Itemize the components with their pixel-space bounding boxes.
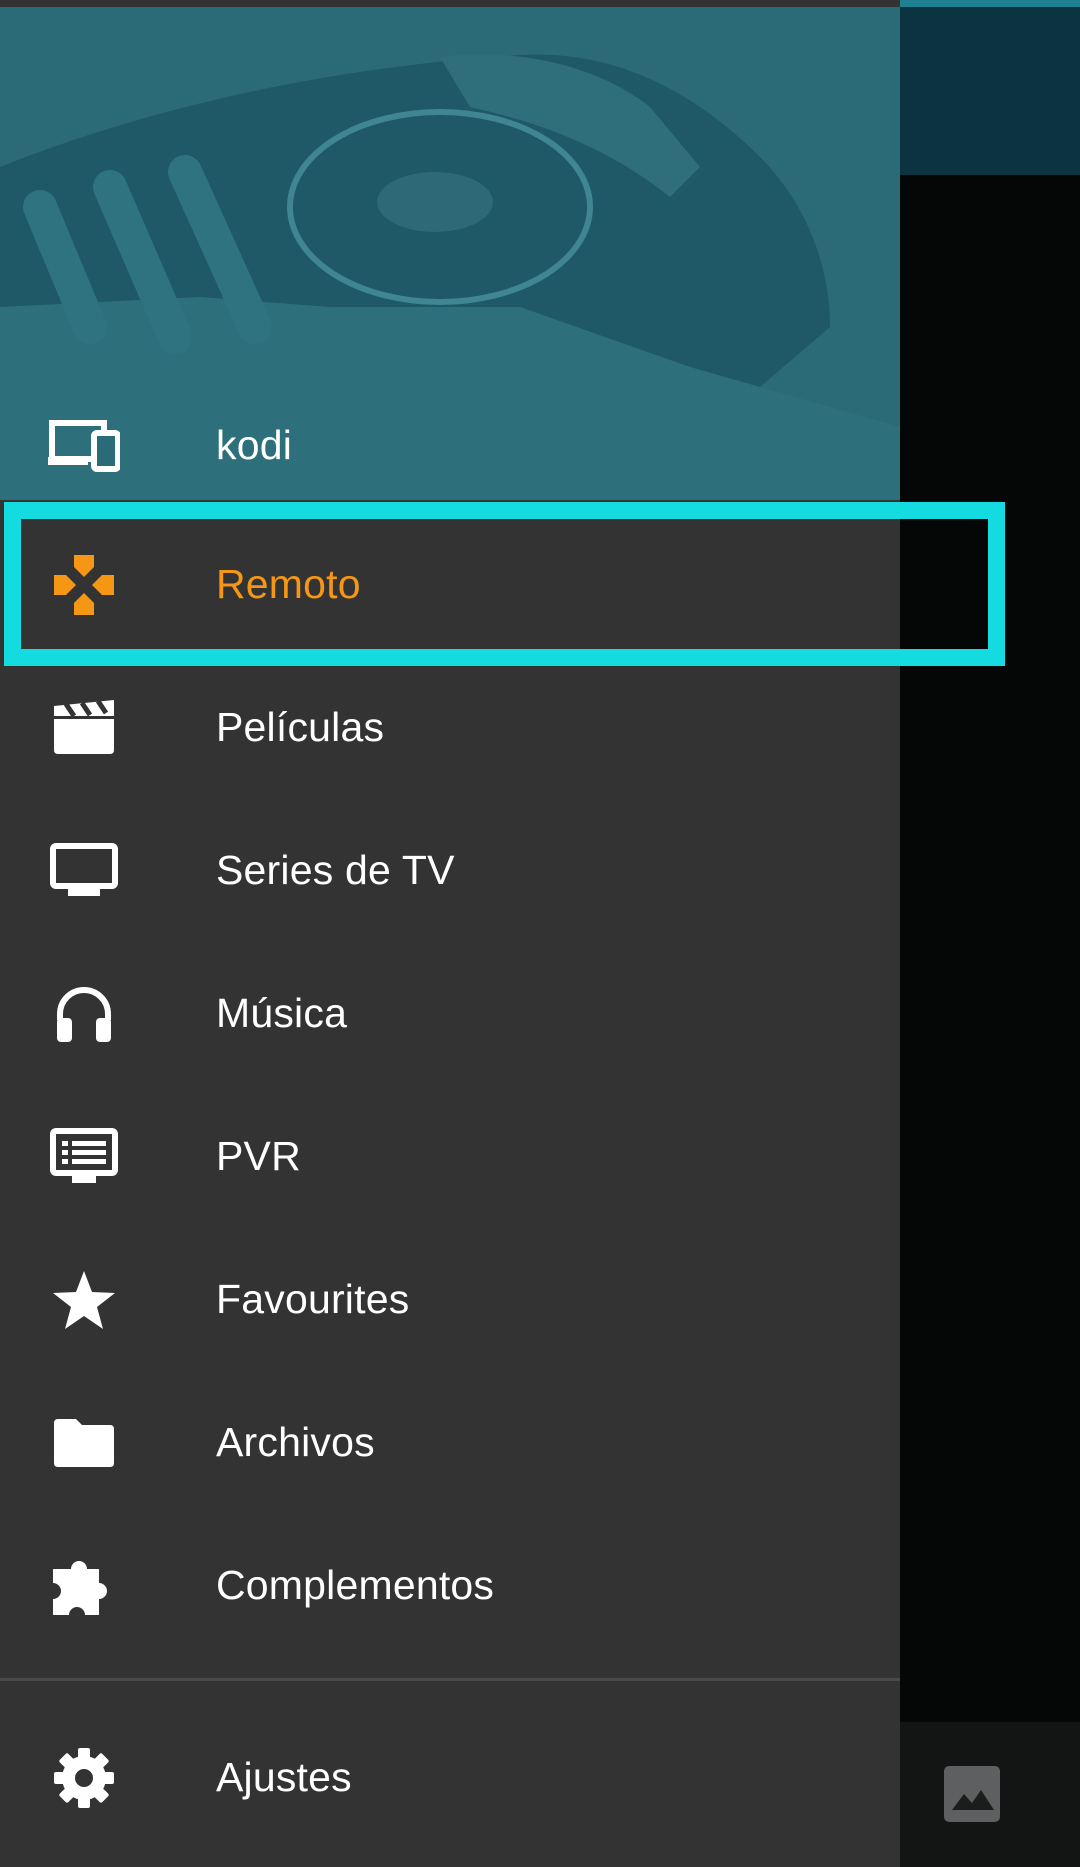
nav-item-label: Series de TV bbox=[216, 847, 455, 893]
navigation-drawer: kodi Remoto Películas Series de TV Músic… bbox=[0, 0, 900, 1867]
clapperboard-icon bbox=[48, 692, 120, 764]
host-selector[interactable]: kodi bbox=[0, 390, 900, 500]
nav-item-label: PVR bbox=[216, 1133, 301, 1179]
drawer-header: kodi bbox=[0, 7, 900, 500]
devices-icon bbox=[48, 409, 120, 481]
host-name: kodi bbox=[216, 421, 293, 468]
nav-item-label: Música bbox=[216, 990, 348, 1036]
gamepad-icon bbox=[48, 549, 120, 621]
divider bbox=[0, 1678, 900, 1681]
nav-item-label: Archivos bbox=[216, 1419, 375, 1465]
nav-item-remoto[interactable]: Remoto bbox=[0, 513, 900, 656]
star-icon bbox=[48, 1264, 120, 1336]
nav-list: Remoto Películas Series de TV Música PVR… bbox=[0, 513, 900, 1657]
nav-item-series-tv[interactable]: Series de TV bbox=[0, 799, 900, 942]
tv-icon bbox=[48, 835, 120, 907]
nav-item-label: Remoto bbox=[216, 561, 361, 607]
folder-icon bbox=[48, 1407, 120, 1479]
puzzle-icon bbox=[48, 1550, 120, 1622]
pvr-icon bbox=[48, 1121, 120, 1193]
nav-item-complementos[interactable]: Complementos bbox=[0, 1514, 900, 1657]
nav-item-peliculas[interactable]: Películas bbox=[0, 656, 900, 799]
nav-item-label: Complementos bbox=[216, 1562, 495, 1608]
headphones-icon bbox=[48, 978, 120, 1050]
nav-item-pvr[interactable]: PVR bbox=[0, 1085, 900, 1228]
background-app-bar bbox=[900, 7, 1080, 175]
nav-item-label: Favourites bbox=[216, 1276, 410, 1322]
nav-item-archivos[interactable]: Archivos bbox=[0, 1371, 900, 1514]
nav-item-label: Películas bbox=[216, 704, 385, 750]
nav-item-musica[interactable]: Música bbox=[0, 942, 900, 1085]
gear-icon bbox=[48, 1742, 120, 1814]
nav-item-ajustes[interactable]: Ajustes bbox=[0, 1706, 900, 1849]
nav-item-label: Ajustes bbox=[216, 1754, 352, 1800]
nav-item-favourites[interactable]: Favourites bbox=[0, 1228, 900, 1371]
image-icon[interactable] bbox=[944, 1766, 1000, 1822]
